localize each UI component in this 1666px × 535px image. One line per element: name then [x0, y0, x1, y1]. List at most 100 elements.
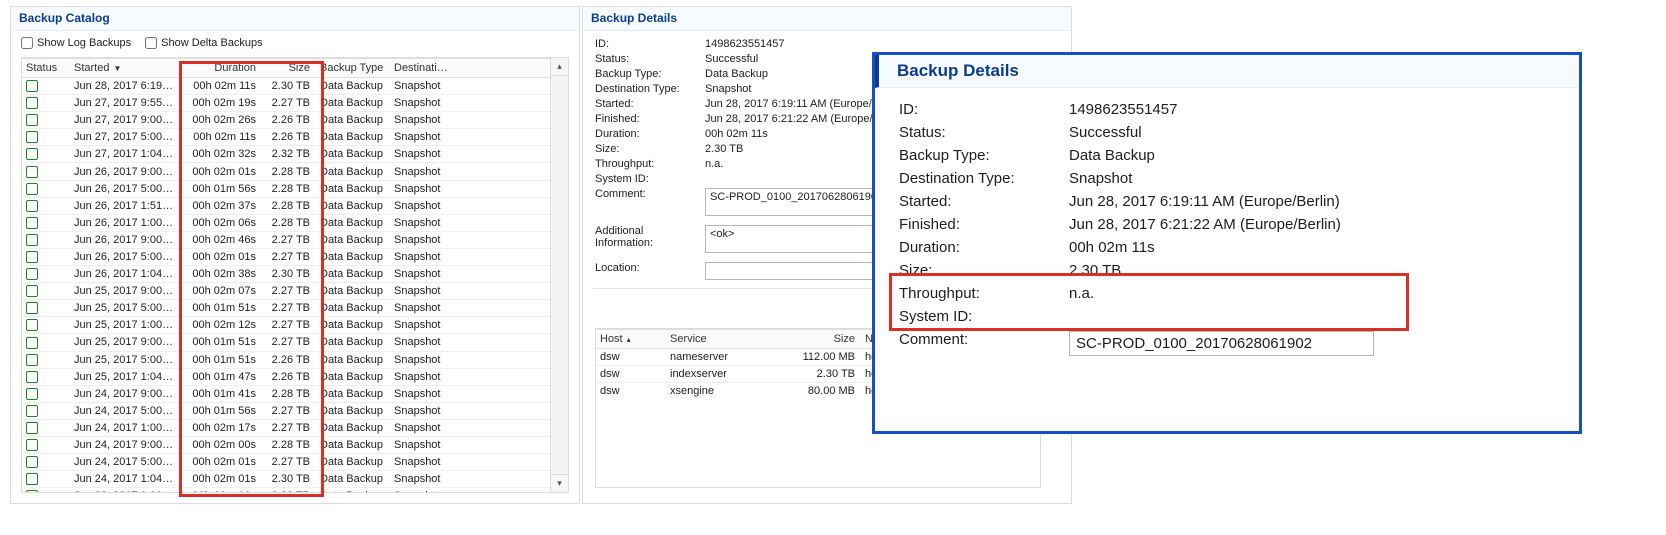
cell-type: Data Backup [316, 266, 390, 283]
col-backup-type[interactable]: Backup Type [316, 59, 390, 78]
cell-started: Jun 24, 2017 5:00:08 .. [70, 402, 182, 419]
cell-started: Jun 25, 2017 5:00:11 .. [70, 300, 182, 317]
cell-type: Data Backup [316, 471, 390, 488]
table-row[interactable]: Jun 27, 2017 1:04:16 ..00h 02m 32s2.32 T… [22, 146, 550, 163]
table-row[interactable]: Jun 27, 2017 5:00:08 ..00h 02m 11s2.26 T… [22, 129, 550, 146]
p-lbl-throughput: Throughput: [899, 285, 1069, 302]
table-row[interactable]: Jun 24, 2017 9:00:12 ..00h 02m 00s2.28 T… [22, 436, 550, 453]
col-extra[interactable] [456, 59, 550, 78]
table-row[interactable]: Jun 24, 2017 5:00:08 ..00h 01m 56s2.27 T… [22, 402, 550, 419]
table-row[interactable]: Jun 26, 2017 1:51:50 ..00h 02m 37s2.28 T… [22, 197, 550, 214]
val-throughput: n.a. [705, 158, 723, 170]
cell-status [22, 214, 70, 231]
popup-comment-textbox[interactable]: SC-PROD_0100_20170628061902 [1069, 331, 1374, 356]
cell-status [22, 317, 70, 334]
cell-duration: 00h 02m 16s [182, 488, 262, 492]
status-success-icon [26, 490, 38, 492]
table-row[interactable]: Jun 23, 2017 9:00:09 ..00h 02m 16s2.29 T… [22, 488, 550, 492]
table-row[interactable]: Jun 28, 2017 6:19:11 ..00h 02m 11s2.30 T… [22, 78, 550, 95]
p-lbl-comment: Comment: [899, 331, 1069, 348]
col-duration[interactable]: Duration [182, 59, 262, 78]
val-finished: Jun 28, 2017 6:21:22 AM (Europe/Be [705, 113, 886, 125]
table-row[interactable]: Jun 24, 2017 1:04:35 ..00h 02m 01s2.30 T… [22, 471, 550, 488]
table-row[interactable]: Jun 27, 2017 9:00:11 ..00h 02m 26s2.26 T… [22, 112, 550, 129]
table-row[interactable]: Jun 27, 2017 9:55:57 ..00h 02m 19s2.27 T… [22, 95, 550, 112]
svc-col-host[interactable]: Host▴ [596, 330, 666, 349]
cell-destination: Snapshot [390, 197, 456, 214]
table-row[interactable]: Jun 25, 2017 1:04:13 ..00h 01m 47s2.26 T… [22, 368, 550, 385]
table-row[interactable]: Jun 26, 2017 5:00:09 ..00h 01m 56s2.28 T… [22, 180, 550, 197]
table-row[interactable]: Jun 24, 2017 1:00:08 ..00h 02m 17s2.27 T… [22, 419, 550, 436]
col-status[interactable]: Status [22, 59, 70, 78]
cell-duration: 00h 02m 32s [182, 146, 262, 163]
cell-size: 2.28 TB [262, 385, 316, 402]
backup-catalog-table[interactable]: Status Started▼ Duration Size Backup Typ… [22, 58, 550, 492]
table-row[interactable]: Jun 26, 2017 5:00:11 ..00h 02m 01s2.27 T… [22, 248, 550, 265]
lbl-addl: Additional Information: [595, 225, 705, 249]
status-success-icon [26, 97, 38, 109]
table-row[interactable]: Jun 25, 2017 5:00:11 ..00h 01m 51s2.27 T… [22, 300, 550, 317]
status-success-icon [26, 337, 38, 349]
cell-type: Data Backup [316, 454, 390, 471]
scroll-down-icon[interactable]: ▾ [551, 474, 568, 492]
status-success-icon [26, 166, 38, 178]
cell-size: 2.27 TB [262, 95, 316, 112]
cell-type: Data Backup [316, 334, 390, 351]
table-row[interactable]: Jun 26, 2017 1:00:08 ..00h 02m 06s2.28 T… [22, 214, 550, 231]
status-success-icon [26, 148, 38, 160]
table-row[interactable]: Jun 26, 2017 1:04:21 ..00h 02m 38s2.30 T… [22, 266, 550, 283]
cell-type: Data Backup [316, 78, 390, 95]
lbl-comment: Comment: [595, 188, 705, 200]
cell-duration: 00h 02m 06s [182, 214, 262, 231]
table-row[interactable]: Jun 24, 2017 9:00:08 ..00h 01m 41s2.28 T… [22, 385, 550, 402]
scroll-up-icon[interactable]: ▴ [551, 58, 568, 76]
p-val-dest-type: Snapshot [1069, 170, 1132, 187]
catalog-scrollbar[interactable]: ▴ ▾ [550, 58, 568, 492]
svc-col-service[interactable]: Service [666, 330, 781, 349]
table-row[interactable]: Jun 25, 2017 1:00:11 ..00h 02m 12s2.27 T… [22, 317, 550, 334]
cell-host: dsw [596, 383, 666, 400]
table-row[interactable]: Jun 26, 2017 9:00:08 ..00h 02m 46s2.27 T… [22, 231, 550, 248]
col-started[interactable]: Started▼ [70, 59, 182, 78]
p-lbl-system-id: System ID: [899, 308, 1069, 325]
cell-type: Data Backup [316, 112, 390, 129]
cell-destination: Snapshot [390, 283, 456, 300]
cell-size: 2.26 TB [262, 351, 316, 368]
show-delta-backups-checkbox[interactable]: Show Delta Backups [145, 37, 263, 49]
cell-destination: Snapshot [390, 317, 456, 334]
cell-size: 2.28 TB [262, 180, 316, 197]
cell-destination: Snapshot [390, 214, 456, 231]
sort-desc-icon: ▼ [113, 64, 121, 73]
cell-size: 2.27 TB [262, 402, 316, 419]
show-log-backups-checkbox[interactable]: Show Log Backups [21, 37, 131, 49]
table-row[interactable]: Jun 26, 2017 9:00:10 ..00h 02m 01s2.28 T… [22, 163, 550, 180]
status-success-icon [26, 285, 38, 297]
cell-status [22, 368, 70, 385]
col-size[interactable]: Size [262, 59, 316, 78]
status-success-icon [26, 439, 38, 451]
cell-status [22, 129, 70, 146]
table-row[interactable]: Jun 25, 2017 9:00:11 ..00h 02m 07s2.27 T… [22, 283, 550, 300]
cell-svc-size: 2.30 TB [781, 366, 861, 383]
show-delta-label: Show Delta Backups [161, 37, 263, 49]
cell-type: Data Backup [316, 402, 390, 419]
table-row[interactable]: Jun 24, 2017 5:00:08 ..00h 02m 01s2.27 T… [22, 454, 550, 471]
status-success-icon [26, 234, 38, 246]
cell-type: Data Backup [316, 368, 390, 385]
lbl-throughput: Throughput: [595, 158, 705, 170]
cell-duration: 00h 02m 00s [182, 436, 262, 453]
status-success-icon [26, 131, 38, 143]
cell-status [22, 436, 70, 453]
backup-catalog-panel: Backup Catalog Show Log Backups Show Del… [10, 6, 580, 504]
table-row[interactable]: Jun 25, 2017 9:00:08 ..00h 01m 51s2.27 T… [22, 334, 550, 351]
cell-size: 2.27 TB [262, 300, 316, 317]
cell-started: Jun 26, 2017 9:00:08 .. [70, 231, 182, 248]
cell-destination: Snapshot [390, 402, 456, 419]
table-row[interactable]: Jun 25, 2017 5:00:11 ..00h 01m 51s2.26 T… [22, 351, 550, 368]
col-destination[interactable]: Destinatio... [390, 59, 456, 78]
cell-size: 2.28 TB [262, 214, 316, 231]
cell-destination: Snapshot [390, 266, 456, 283]
svc-col-size[interactable]: Size [781, 330, 861, 349]
lbl-started: Started: [595, 98, 705, 110]
p-lbl-finished: Finished: [899, 216, 1069, 233]
